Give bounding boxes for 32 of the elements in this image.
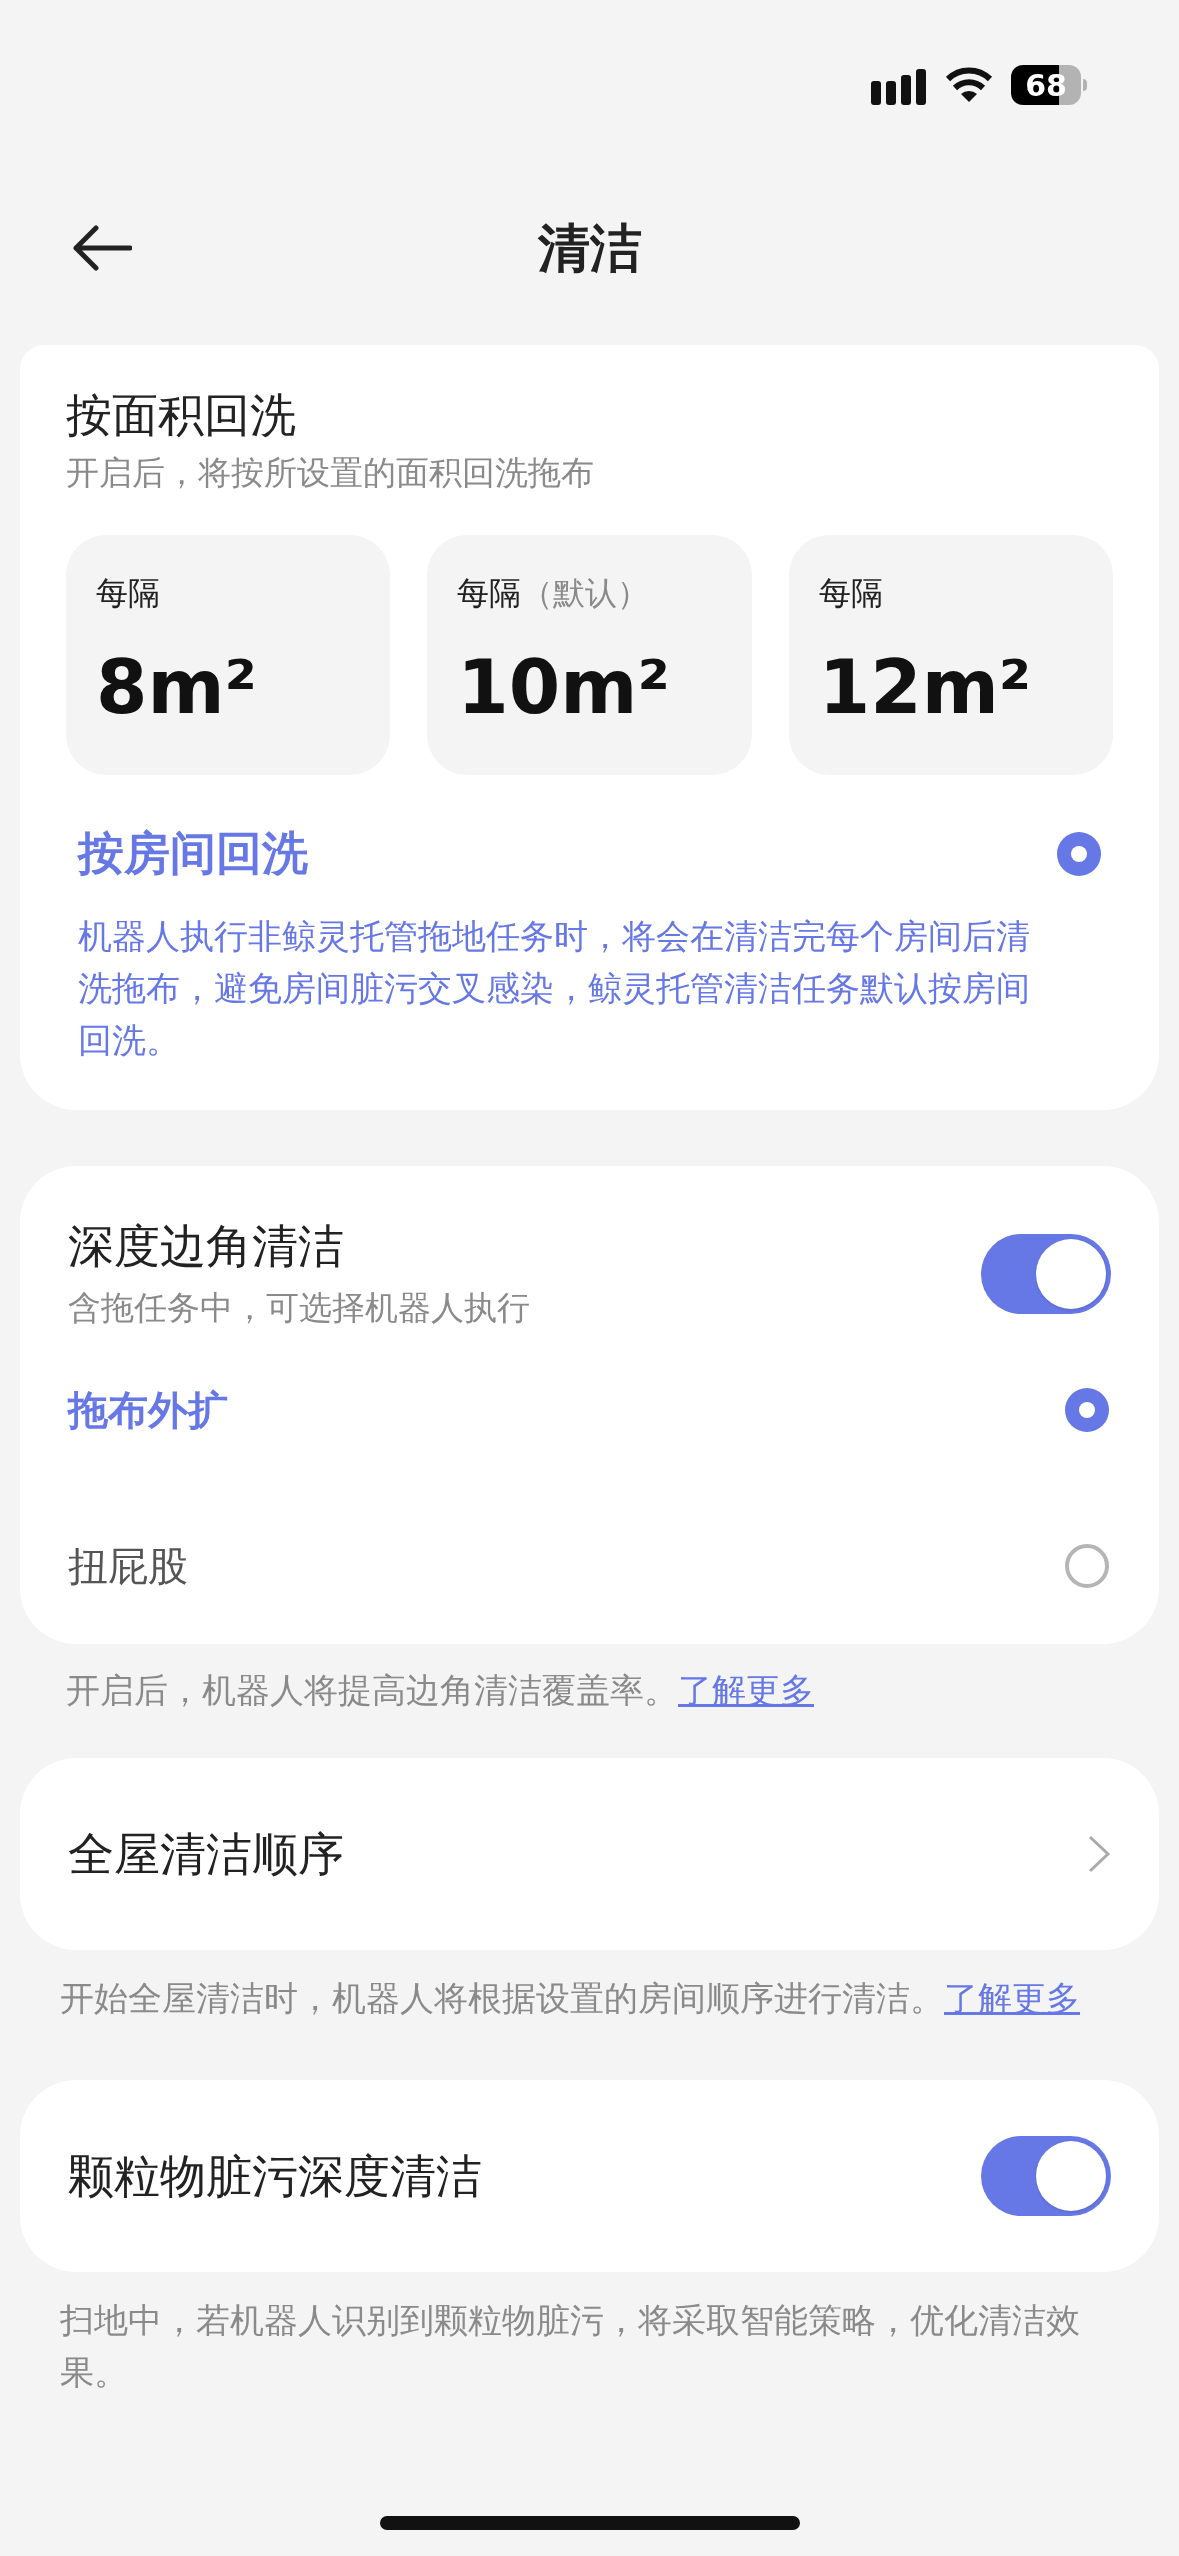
option-description: 机器人执行非鲸灵托管拖地任务时，将会在清洁完每个房间后清洗拖布，避免房间脏污交叉感染，鲸灵托管清洁任务默认按房间回洗。 [77,915,1031,1062]
radio-button[interactable] [1065,1388,1109,1432]
option-label[interactable]: 拖布外扩 [68,1380,228,1440]
radio-button[interactable] [1057,831,1101,876]
section-subtitle: 含拖任务中，可选择机器人执行 [68,1287,530,1329]
option-label[interactable]: 扭屁股 [68,1536,188,1596]
section-title: 颗粒物脏污深度清洁 [68,2147,482,2205]
learn-more-link[interactable]: 了解更多 [944,1978,1080,2018]
default-label: （默认） [521,573,650,614]
chevron-right-icon[interactable] [1087,1834,1111,1874]
section-title[interactable]: 全屋清洁顺序 [68,1819,344,1889]
section-title: 深度边角清洁 [68,1218,345,1275]
interval-label: 每隔 [96,573,160,614]
area-value: 12m² [818,647,1033,727]
radio-button[interactable] [1065,1544,1109,1588]
area-option-card[interactable]: 每隔（默认） 10m² [427,535,752,775]
option-title[interactable]: 按房间回洗 [78,819,308,888]
section-title: 按面积回洗 [66,387,297,444]
back-arrow-icon[interactable] [72,223,132,272]
area-value: 8m² [96,647,258,727]
learn-more-link[interactable]: 了解更多 [678,1670,814,1710]
area-option-card[interactable]: 每隔 12m² [788,535,1113,775]
section-subtitle: 开启后，将按所设置的面积回洗拖布 [66,452,595,494]
area-value: 10m² [457,647,671,727]
interval-label: 每隔 [818,573,883,614]
page-title: 清洁 [537,216,642,280]
note-text: 开启后，机器人将提高边角清洁覆盖率。了解更多 [65,1669,815,1712]
note-text: 开始全屋清洁时，机器人将根据设置的房间顺序进行清洁。了解更多 [59,1977,1081,2020]
wifi-icon [945,66,993,104]
area-option-card[interactable]: 每隔 8m² [66,535,391,775]
interval-label: 每隔 [457,573,522,614]
note-text: 扫地中，若机器人识别到颗粒物脏污，将采取智能策略，优化清洁效果。 [59,2299,1081,2394]
